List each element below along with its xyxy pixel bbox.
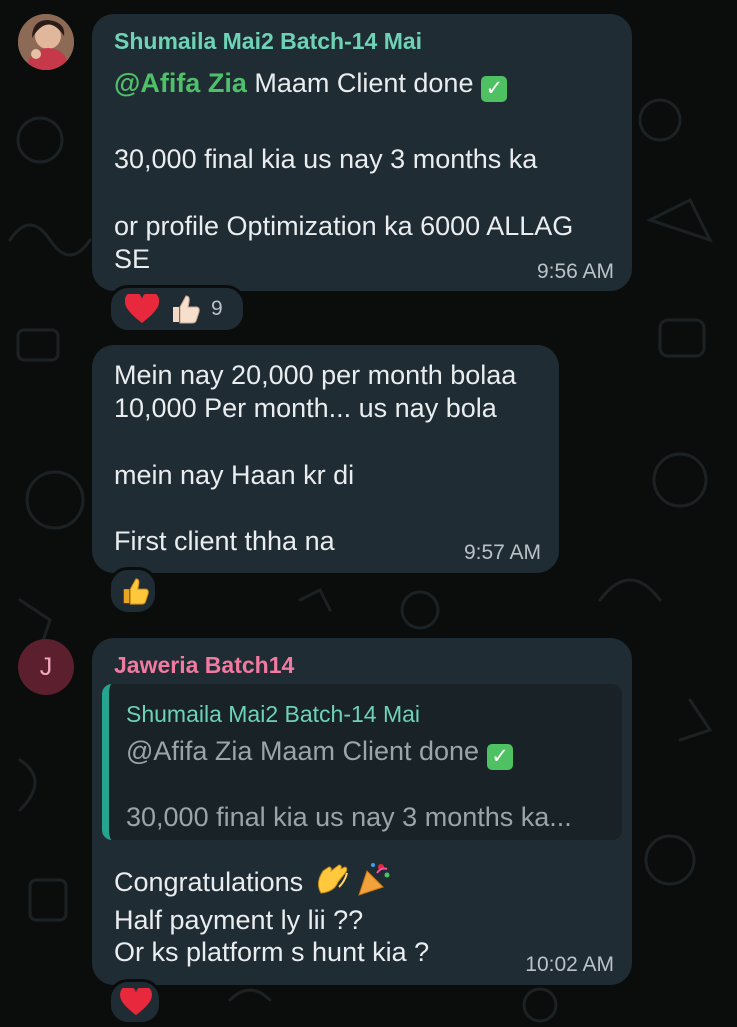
quoted-line: @Afifa Zia Maam Client done ✓ <box>126 735 514 770</box>
check-mark-emoji: ✓ <box>481 76 508 102</box>
avatar-shumaila[interactable] <box>18 14 74 70</box>
clapping-hands-emoji <box>318 864 349 894</box>
thumbs-up-emoji <box>123 578 149 605</box>
reaction-count: 9 <box>211 297 223 320</box>
message-line: SE <box>114 244 151 274</box>
message-line: mein nay Haan kr di <box>114 460 355 490</box>
message-line: 10,000 Per month... us nay bola <box>114 393 497 423</box>
message-line: Half payment ly lii ?? <box>114 905 364 935</box>
avatar-jaweria[interactable]: J <box>18 639 74 695</box>
quoted-line: 30,000 final kia us nay 3 months ka... <box>126 802 572 832</box>
sender-name[interactable]: Shumaila Mai2 Batch-14 Mai <box>114 28 422 55</box>
message-line: Congratulations <box>114 861 391 899</box>
heart-emoji <box>120 988 152 1016</box>
message-text: Congratulations <box>114 867 304 897</box>
heart-emoji <box>125 294 159 323</box>
message-line: @Afifa Zia Maam Client done ✓ <box>114 67 508 102</box>
check-mark-emoji: ✓ <box>487 744 514 770</box>
message-time: 9:56 AM <box>536 260 614 283</box>
message-bubble-2[interactable]: Mein nay 20,000 per month bolaa 10,000 P… <box>92 345 559 573</box>
message-line: or profile Optimization ka 6000 ALLAG <box>114 211 574 241</box>
message-bubble-1[interactable]: Shumaila Mai2 Batch-14 Mai @Afifa Zia Ma… <box>92 14 632 291</box>
quoted-sender-name: Shumaila Mai2 Batch-14 Mai <box>126 701 421 727</box>
quoted-message[interactable]: Shumaila Mai2 Batch-14 Mai @Afifa Zia Ma… <box>102 684 622 840</box>
message-text: Maam Client done <box>246 68 474 98</box>
message-line: Mein nay 20,000 per month bolaa <box>114 360 517 390</box>
message-line: 30,000 final kia us nay 3 months ka <box>114 144 538 174</box>
avatar-photo <box>18 14 74 70</box>
quoted-text: @Afifa Zia Maam Client done <box>126 736 480 766</box>
message-time: 10:02 AM <box>525 953 614 976</box>
reactions-bar-3[interactable] <box>108 979 162 1025</box>
avatar-letter: J <box>39 652 53 681</box>
message-line: First client thha na <box>114 526 335 556</box>
reactions-bar-1[interactable]: 9 <box>108 285 246 333</box>
message-bubble-3[interactable]: Jaweria Batch14 Shumaila Mai2 Batch-14 M… <box>92 638 632 985</box>
thumbs-up-light-emoji <box>173 295 200 324</box>
reactions-bar-2[interactable] <box>108 567 158 615</box>
message-line: Or ks platform s hunt kia ? <box>114 937 430 967</box>
message-time: 9:57 AM <box>463 541 541 564</box>
party-popper-emoji <box>358 863 390 896</box>
sender-name[interactable]: Jaweria Batch14 <box>114 652 294 679</box>
mention-link[interactable]: @Afifa Zia <box>114 68 247 98</box>
